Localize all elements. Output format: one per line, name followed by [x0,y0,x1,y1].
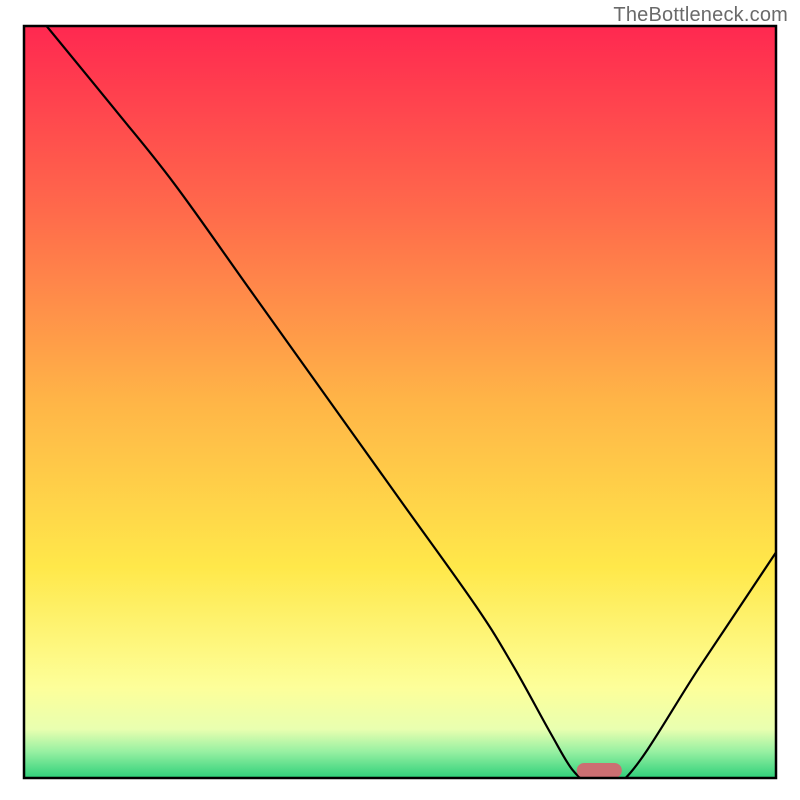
optimal-zone-marker [577,763,622,778]
plot-background [24,26,776,778]
watermark-text: TheBottleneck.com [613,4,788,27]
chart-svg [0,0,800,800]
bottleneck-chart: TheBottleneck.com [0,0,800,800]
